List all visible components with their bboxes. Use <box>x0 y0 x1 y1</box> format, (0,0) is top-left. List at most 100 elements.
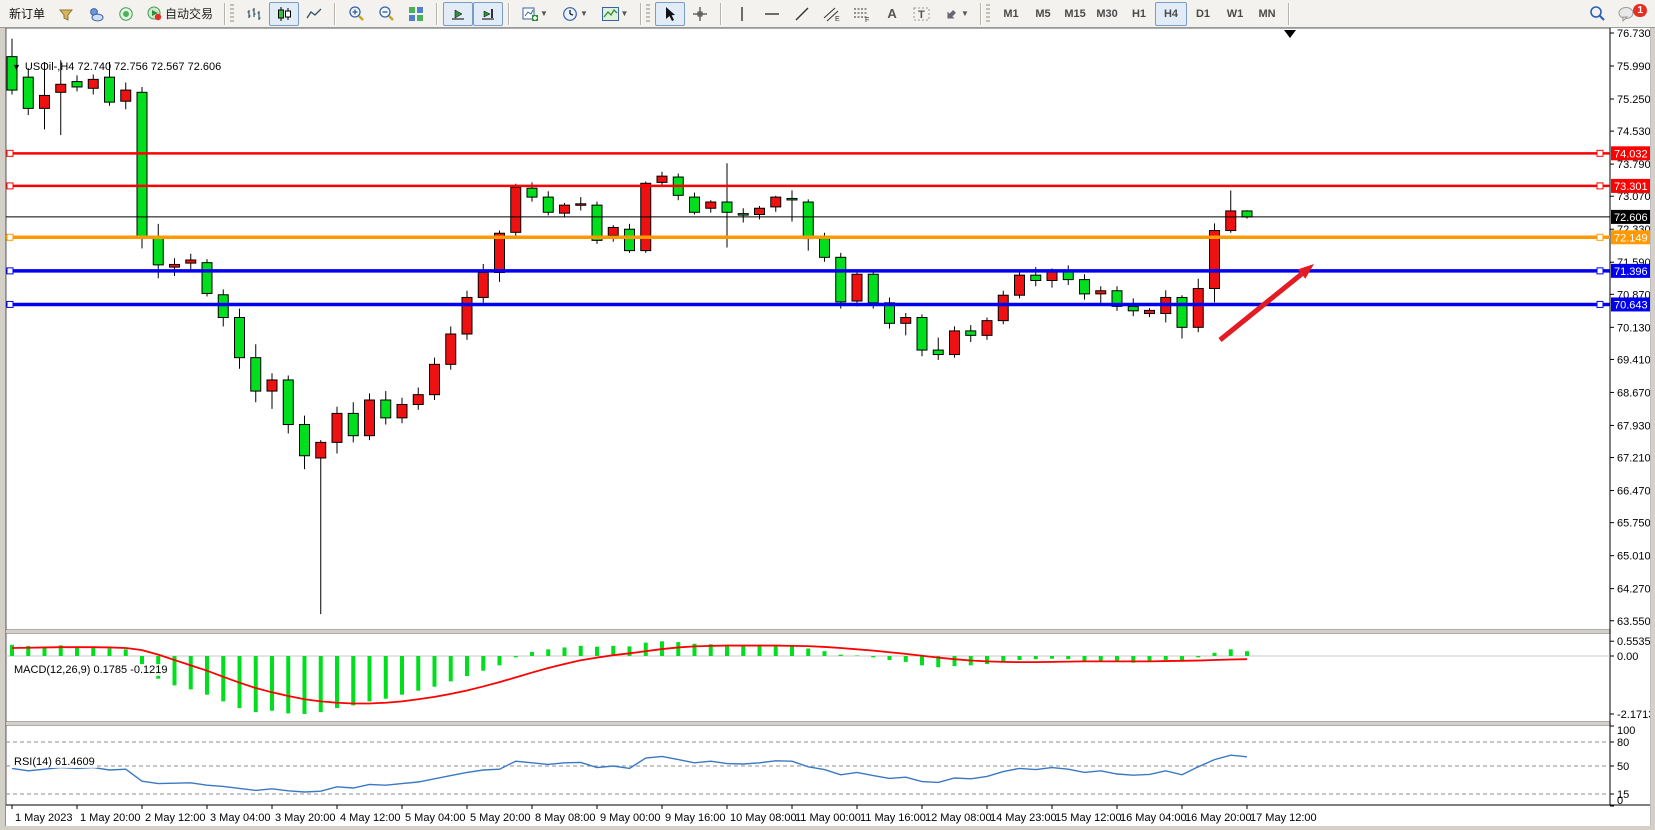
auto-scroll-button[interactable] <box>443 2 473 26</box>
panel-splitter[interactable] <box>0 630 1655 633</box>
autotrading-button[interactable]: 自动交易 <box>141 2 219 26</box>
level-anchor-handle[interactable] <box>7 301 13 307</box>
candle-body <box>88 79 98 88</box>
gold-tool-icon[interactable] <box>51 2 81 26</box>
templates-button[interactable]: ▼ <box>595 2 635 26</box>
chart-shift-button[interactable] <box>473 2 503 26</box>
periods-button[interactable]: ▼ <box>555 2 595 26</box>
arrows-tool-button[interactable]: ▼ <box>937 2 975 26</box>
vertical-line-tool-button[interactable] <box>727 2 757 26</box>
candle-body <box>413 395 423 405</box>
window-right-edge <box>1650 28 1655 826</box>
zoom-in-button[interactable] <box>341 2 371 26</box>
candlestick-chart-type-button[interactable] <box>269 2 299 26</box>
candle-body <box>430 364 440 394</box>
candle-body <box>543 197 553 212</box>
candle-body <box>1096 291 1106 294</box>
text-label-tool-button[interactable]: T <box>907 2 937 26</box>
line-chart-type-button[interactable] <box>299 2 329 26</box>
candle-body <box>235 318 245 358</box>
price-tick-label: 67.930 <box>1617 420 1651 432</box>
candle-body <box>495 233 505 272</box>
timeframe-button-m30[interactable]: M30 <box>1091 2 1123 26</box>
candle-body <box>787 198 797 200</box>
timeframe-button-h1[interactable]: H1 <box>1123 2 1155 26</box>
window-bottom-edge <box>0 826 1655 830</box>
tile-windows-button[interactable] <box>401 2 431 26</box>
candle-body <box>738 214 748 216</box>
candle-body <box>381 400 391 418</box>
rsi-axis-label: 80 <box>1617 737 1629 749</box>
notifications-chat-icon[interactable]: 1 <box>1612 2 1642 26</box>
level-anchor-handle[interactable] <box>1597 268 1603 274</box>
horizontal-line-tool-button[interactable] <box>757 2 787 26</box>
time-tick-label: 5 May 20:00 <box>470 812 531 824</box>
time-tick-label: 3 May 04:00 <box>210 812 271 824</box>
price-tick-label: 69.410 <box>1617 354 1651 366</box>
timeframe-button-m5[interactable]: M5 <box>1027 2 1059 26</box>
level-anchor-handle[interactable] <box>7 234 13 240</box>
candle-body <box>105 77 115 102</box>
price-tick-label: 65.750 <box>1617 518 1651 530</box>
symbol-dropdown-icon[interactable]: ▼ <box>12 62 21 72</box>
timeframe-button-mn[interactable]: MN <box>1251 2 1283 26</box>
candle-body <box>771 197 781 207</box>
candle-body <box>657 176 667 182</box>
fibonacci-tool-button[interactable]: F <box>847 2 877 26</box>
chevron-down-icon: ▼ <box>621 9 629 18</box>
candle-body <box>316 442 326 458</box>
chevron-down-icon: ▼ <box>961 9 969 18</box>
chart-canvas[interactable]: 76.73075.99075.25074.53073.79073.07072.3… <box>0 28 1655 826</box>
panel-splitter[interactable] <box>0 722 1655 725</box>
candle-body <box>446 334 456 364</box>
candle-body <box>332 413 342 442</box>
timeframe-button-d1[interactable]: D1 <box>1187 2 1219 26</box>
notification-badge: 1 <box>1633 4 1647 17</box>
trading-terminal-window: 新订单 自动交易 <box>0 0 1655 830</box>
timeframe-button-m1[interactable]: M1 <box>995 2 1027 26</box>
text-tool-button[interactable]: A <box>877 2 907 26</box>
zoom-out-button[interactable] <box>371 2 401 26</box>
timeframe-button-h4[interactable]: H4 <box>1155 2 1187 26</box>
level-anchor-handle[interactable] <box>7 150 13 156</box>
candle-body <box>1145 310 1155 313</box>
level-anchor-handle[interactable] <box>1597 183 1603 189</box>
main-toolbar: 新订单 自动交易 <box>0 0 1655 28</box>
candle-body <box>836 257 846 302</box>
add-indicator-button[interactable]: ▼ <box>515 2 555 26</box>
equidistant-channel-tool-button[interactable]: E <box>817 2 847 26</box>
chevron-down-icon: ▼ <box>580 9 588 18</box>
time-tick-label: 9 May 16:00 <box>665 812 726 824</box>
cursor-tool-button[interactable] <box>655 2 685 26</box>
level-anchor-handle[interactable] <box>7 268 13 274</box>
autotrading-label: 自动交易 <box>165 5 213 22</box>
chart-title-text: USOil-,H4 72.740 72.756 72.567 72.606 <box>25 61 221 73</box>
time-tick-label: 9 May 00:00 <box>600 812 661 824</box>
candle-body <box>576 204 586 206</box>
price-level-label: 73.301 <box>1614 181 1648 193</box>
macd-axis-label: 0.00 <box>1617 651 1638 663</box>
candle-body <box>283 380 293 425</box>
user-cloud-icon[interactable] <box>81 2 111 26</box>
search-icon[interactable] <box>1582 2 1612 26</box>
candle-body <box>1177 297 1187 327</box>
timeframe-button-m15[interactable]: M15 <box>1059 2 1091 26</box>
time-tick-label: 3 May 20:00 <box>275 812 336 824</box>
text-tool-label: A <box>887 6 896 21</box>
signal-icon[interactable] <box>111 2 141 26</box>
candle-body <box>917 318 927 351</box>
candle-body <box>982 321 992 336</box>
new-order-button[interactable]: 新订单 <box>3 2 51 26</box>
price-tick-label: 73.070 <box>1617 191 1651 203</box>
price-level-label: 70.643 <box>1614 299 1648 311</box>
bar-chart-type-button[interactable] <box>239 2 269 26</box>
level-anchor-handle[interactable] <box>7 183 13 189</box>
candle-body <box>1128 306 1138 310</box>
level-anchor-handle[interactable] <box>1597 301 1603 307</box>
level-anchor-handle[interactable] <box>1597 150 1603 156</box>
trendline-tool-button[interactable] <box>787 2 817 26</box>
timeframe-button-w1[interactable]: W1 <box>1219 2 1251 26</box>
window-left-edge <box>0 28 6 826</box>
crosshair-tool-button[interactable] <box>685 2 715 26</box>
level-anchor-handle[interactable] <box>1597 234 1603 240</box>
